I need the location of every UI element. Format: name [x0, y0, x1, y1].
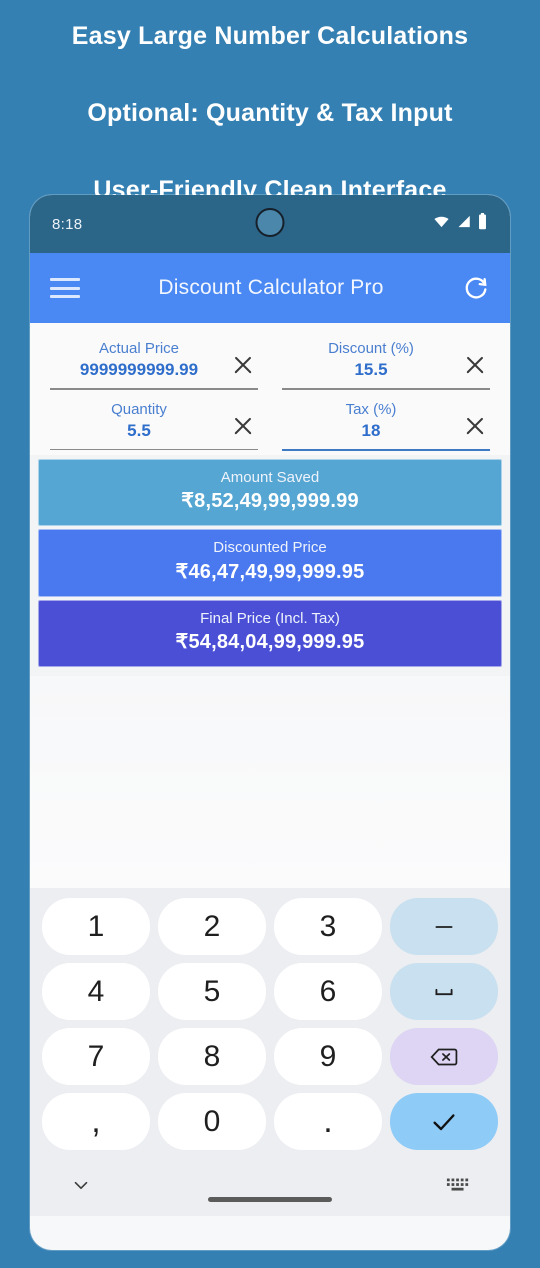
chevron-down-icon[interactable]: [70, 1174, 92, 1201]
field-tax[interactable]: Tax (%) 18: [274, 390, 498, 449]
battery-icon: [477, 213, 488, 235]
field-value-actual-price: 9999999999.99: [79, 360, 199, 380]
clear-x-icon-quantity[interactable]: [228, 411, 258, 441]
field-value-discount: 15.5: [354, 360, 388, 380]
promo-line-2: Optional: Quantity & Tax Input: [87, 99, 453, 127]
front-camera-punch-hole: [255, 208, 285, 237]
clear-x-icon-actual-price[interactable]: [228, 350, 258, 380]
field-label-quantity: Quantity: [111, 400, 167, 418]
input-row-1: Actual Price 9999999999.99 Discount (%) …: [38, 329, 502, 390]
field-discount[interactable]: Discount (%) 15.5: [274, 329, 498, 388]
result-value-amount-saved: ₹8,52,49,99,999.99: [181, 490, 359, 513]
empty-content-area: [30, 676, 510, 889]
result-label-discounted-price: Discounted Price: [213, 539, 327, 557]
key-9[interactable]: 9: [274, 1028, 382, 1086]
keyboard-footer: [38, 1158, 502, 1216]
field-quantity[interactable]: Quantity 5.5: [42, 390, 266, 449]
key-5[interactable]: 5: [158, 963, 266, 1021]
clear-x-icon-discount[interactable]: [460, 350, 490, 380]
refresh-icon[interactable]: [462, 274, 490, 302]
key-8[interactable]: 8: [158, 1028, 266, 1086]
key-comma[interactable]: ,: [42, 1093, 150, 1151]
input-card: Actual Price 9999999999.99 Discount (%) …: [30, 323, 510, 455]
result-final-price: Final Price (Incl. Tax) ₹54,84,04,99,999…: [38, 599, 502, 668]
promo-headings: Easy Large Number Calculations Optional:…: [0, 0, 540, 203]
app-bar: Discount Calculator Pro: [30, 253, 510, 323]
field-underline-tax: [282, 448, 490, 451]
field-value-quantity: 5.5: [127, 420, 151, 440]
phone-mockup: 8:18 Discount Calculator Pro Actual Pric…: [30, 195, 510, 1250]
keyboard-switch-icon[interactable]: [446, 1176, 470, 1199]
input-row-2: Quantity 5.5 Tax (%) 18: [38, 390, 502, 451]
result-value-final-price: ₹54,84,04,99,999.95: [175, 631, 365, 654]
key-space[interactable]: [390, 963, 498, 1021]
clear-x-icon-tax[interactable]: [460, 411, 490, 441]
home-indicator[interactable]: [208, 1197, 332, 1203]
field-underline-quantity: [50, 448, 258, 451]
key-1[interactable]: 1: [42, 898, 150, 956]
key-7[interactable]: 7: [42, 1028, 150, 1086]
field-label-tax: Tax (%): [345, 400, 397, 418]
cellular-signal-icon: [456, 214, 471, 234]
wifi-icon: [433, 213, 450, 235]
hamburger-menu-icon[interactable]: [50, 278, 80, 298]
key-4[interactable]: 4: [42, 963, 150, 1021]
keyboard-row-3: 7 8 9: [38, 1028, 502, 1086]
key-dot[interactable]: .: [274, 1093, 382, 1151]
status-bar-icons: [433, 213, 488, 235]
result-value-discounted-price: ₹46,47,49,99,999.95: [175, 560, 365, 583]
key-6[interactable]: 6: [274, 963, 382, 1021]
key-backspace[interactable]: [390, 1028, 498, 1086]
field-label-discount: Discount (%): [328, 340, 414, 357]
keyboard-row-4: , 0 .: [38, 1093, 502, 1151]
keyboard-row-1: 1 2 3: [38, 898, 502, 956]
field-label-actual-price: Actual Price: [98, 340, 180, 357]
field-value-tax: 18: [361, 420, 381, 440]
result-discounted-price: Discounted Price ₹46,47,49,99,999.95: [38, 529, 502, 597]
key-2[interactable]: 2: [158, 898, 266, 956]
numeric-keyboard: 1 2 3 4 5 6 7 8 9 , 0 .: [30, 888, 510, 1217]
status-bar-clock: 8:18: [52, 215, 83, 233]
results-panel: Amount Saved ₹8,52,49,99,999.99 Discount…: [30, 454, 510, 677]
result-label-amount-saved: Amount Saved: [220, 468, 320, 486]
key-0[interactable]: 0: [158, 1093, 266, 1151]
page-title: Discount Calculator Pro: [158, 276, 384, 299]
field-actual-price[interactable]: Actual Price 9999999999.99: [42, 329, 266, 388]
result-amount-saved: Amount Saved ₹8,52,49,99,999.99: [38, 458, 502, 527]
keyboard-row-2: 4 5 6: [38, 963, 502, 1021]
promo-line-1: Easy Large Number Calculations: [71, 22, 469, 50]
result-label-final-price: Final Price (Incl. Tax): [200, 609, 340, 627]
key-3[interactable]: 3: [274, 898, 382, 956]
key-enter[interactable]: [390, 1093, 498, 1151]
status-bar: 8:18: [30, 195, 510, 253]
key-minus[interactable]: [390, 898, 498, 956]
